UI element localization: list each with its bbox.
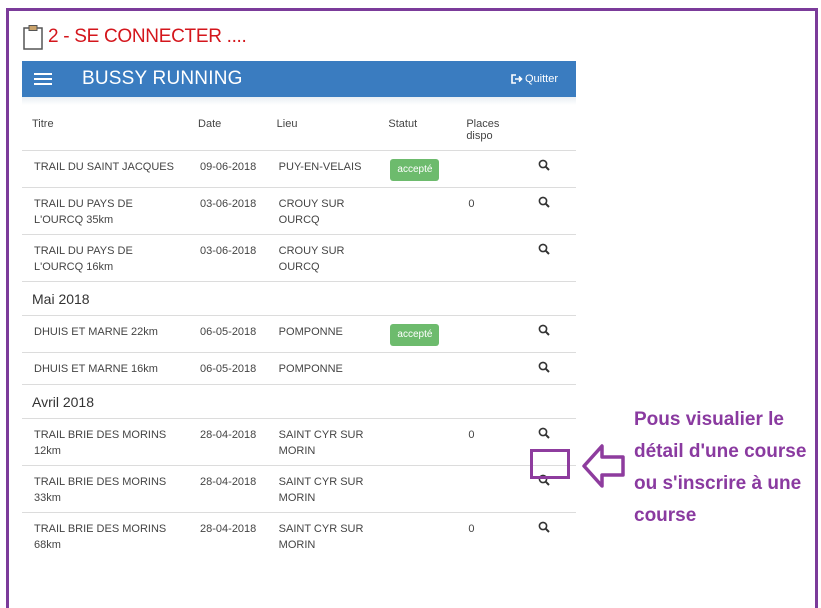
cell-statut [378,352,457,385]
sign-out-icon [511,74,523,84]
cell-titre: DHUIS ET MARNE 16km [22,352,189,385]
cell-lieu: POMPONNE [266,315,379,353]
header-action [526,105,576,151]
cell-statut [378,418,457,466]
cell-lieu: SAINT CYR SUR MORIN [266,418,379,466]
magnifier-icon[interactable] [538,196,550,208]
cell-lieu: PUY-EN-VELAIS [266,150,379,188]
table-row: TRAIL DU PAYS DE L'OURCQ 35km 03-06-2018… [22,187,576,235]
arrow-left-icon [582,444,625,488]
cell-action [526,187,576,235]
navbar-shadow [22,97,576,105]
races-table: Titre Date Lieu Statut Places dispo TRAI… [22,105,576,559]
step-title: 2 - SE CONNECTER .... [48,26,247,47]
cell-statut [378,512,457,559]
table-row: DHUIS ET MARNE 16km 06-05-2018 POMPONNE [22,352,576,385]
cell-action [526,315,576,353]
cell-statut [378,234,457,282]
table-row: TRAIL DU SAINT JACQUES 09-06-2018 PUY-EN… [22,150,576,188]
cell-titre: TRAIL DU PAYS DE L'OURCQ 35km [22,187,189,235]
quit-label: Quitter [524,73,558,85]
header-statut: Statut [388,118,418,130]
magnifier-icon[interactable] [538,243,550,255]
month-group-row: Mai 2018 [22,281,576,316]
cell-places [456,465,527,513]
header-lieu: Lieu [276,118,298,130]
cell-lieu: CROUY SUR OURCQ [266,234,379,282]
cell-date: 03-06-2018 [188,234,267,282]
status-badge: accepté [390,159,440,181]
cell-date: 28-04-2018 [188,418,267,466]
app-window: BUSSY RUNNING Quitter Titre Date Lieu St… [22,61,576,603]
hamburger-icon[interactable] [34,73,52,85]
cell-date: 06-05-2018 [188,352,267,385]
cell-statut [378,465,457,513]
quit-button[interactable]: Quitter [511,73,558,85]
cell-places: 0 [456,512,527,559]
header-places: Places dispo [466,118,500,142]
status-badge: accepté [390,324,440,346]
cell-action [526,234,576,282]
brand-title[interactable]: BUSSY RUNNING [82,68,243,90]
magnifier-icon[interactable] [538,324,550,336]
cell-action [526,512,576,559]
cell-action [526,150,576,188]
table-row: TRAIL BRIE DES MORINS 33km 28-04-2018 SA… [22,465,576,513]
month-label: Mai 2018 [22,281,576,316]
cell-places [456,234,527,282]
step-header: 2 - SE CONNECTER .... [22,24,247,50]
cell-places [456,315,527,353]
cell-titre: TRAIL DU PAYS DE L'OURCQ 16km [22,234,189,282]
magnifier-icon[interactable] [538,427,550,439]
cell-lieu: POMPONNE [266,352,379,385]
cell-statut: accepté [378,315,457,353]
header-date: Date [198,118,222,130]
cell-places [456,352,527,385]
cell-lieu: SAINT CYR SUR MORIN [266,465,379,513]
table-header-row: Titre Date Lieu Statut Places dispo [22,105,576,151]
cell-action [526,352,576,385]
month-label: Avril 2018 [22,384,576,419]
month-group-row: Avril 2018 [22,384,576,419]
table-row: TRAIL BRIE DES MORINS 12km 28-04-2018 SA… [22,418,576,466]
cell-date: 28-04-2018 [188,512,267,559]
cell-date: 06-05-2018 [188,315,267,353]
table-row: TRAIL DU PAYS DE L'OURCQ 16km 03-06-2018… [22,234,576,282]
magnifier-icon[interactable] [538,521,550,533]
table-row: DHUIS ET MARNE 22km 06-05-2018 POMPONNE … [22,315,576,353]
cell-titre: TRAIL BRIE DES MORINS 33km [22,465,189,513]
cell-titre: TRAIL BRIE DES MORINS 12km [22,418,189,466]
header-titre: Titre [32,118,54,130]
cell-date: 09-06-2018 [188,150,267,188]
highlight-box [530,449,570,479]
cell-titre: DHUIS ET MARNE 22km [22,315,189,353]
cell-places [456,150,527,188]
cell-statut [378,187,457,235]
cell-titre: TRAIL BRIE DES MORINS 68km [22,512,189,559]
cell-date: 28-04-2018 [188,465,267,513]
cell-titre: TRAIL DU SAINT JACQUES [22,150,189,188]
navbar: BUSSY RUNNING Quitter [22,61,576,97]
table-row: TRAIL BRIE DES MORINS 68km 28-04-2018 SA… [22,512,576,559]
magnifier-icon[interactable] [538,159,550,171]
cell-date: 03-06-2018 [188,187,267,235]
cell-statut: accepté [378,150,457,188]
cell-lieu: SAINT CYR SUR MORIN [266,512,379,559]
magnifier-icon[interactable] [538,361,550,373]
cell-places: 0 [456,418,527,466]
clipboard-icon [23,25,43,50]
cell-lieu: CROUY SUR OURCQ [266,187,379,235]
annotation-text: Pous visualier le détail d'une course ou… [634,409,807,526]
cell-places: 0 [456,187,527,235]
